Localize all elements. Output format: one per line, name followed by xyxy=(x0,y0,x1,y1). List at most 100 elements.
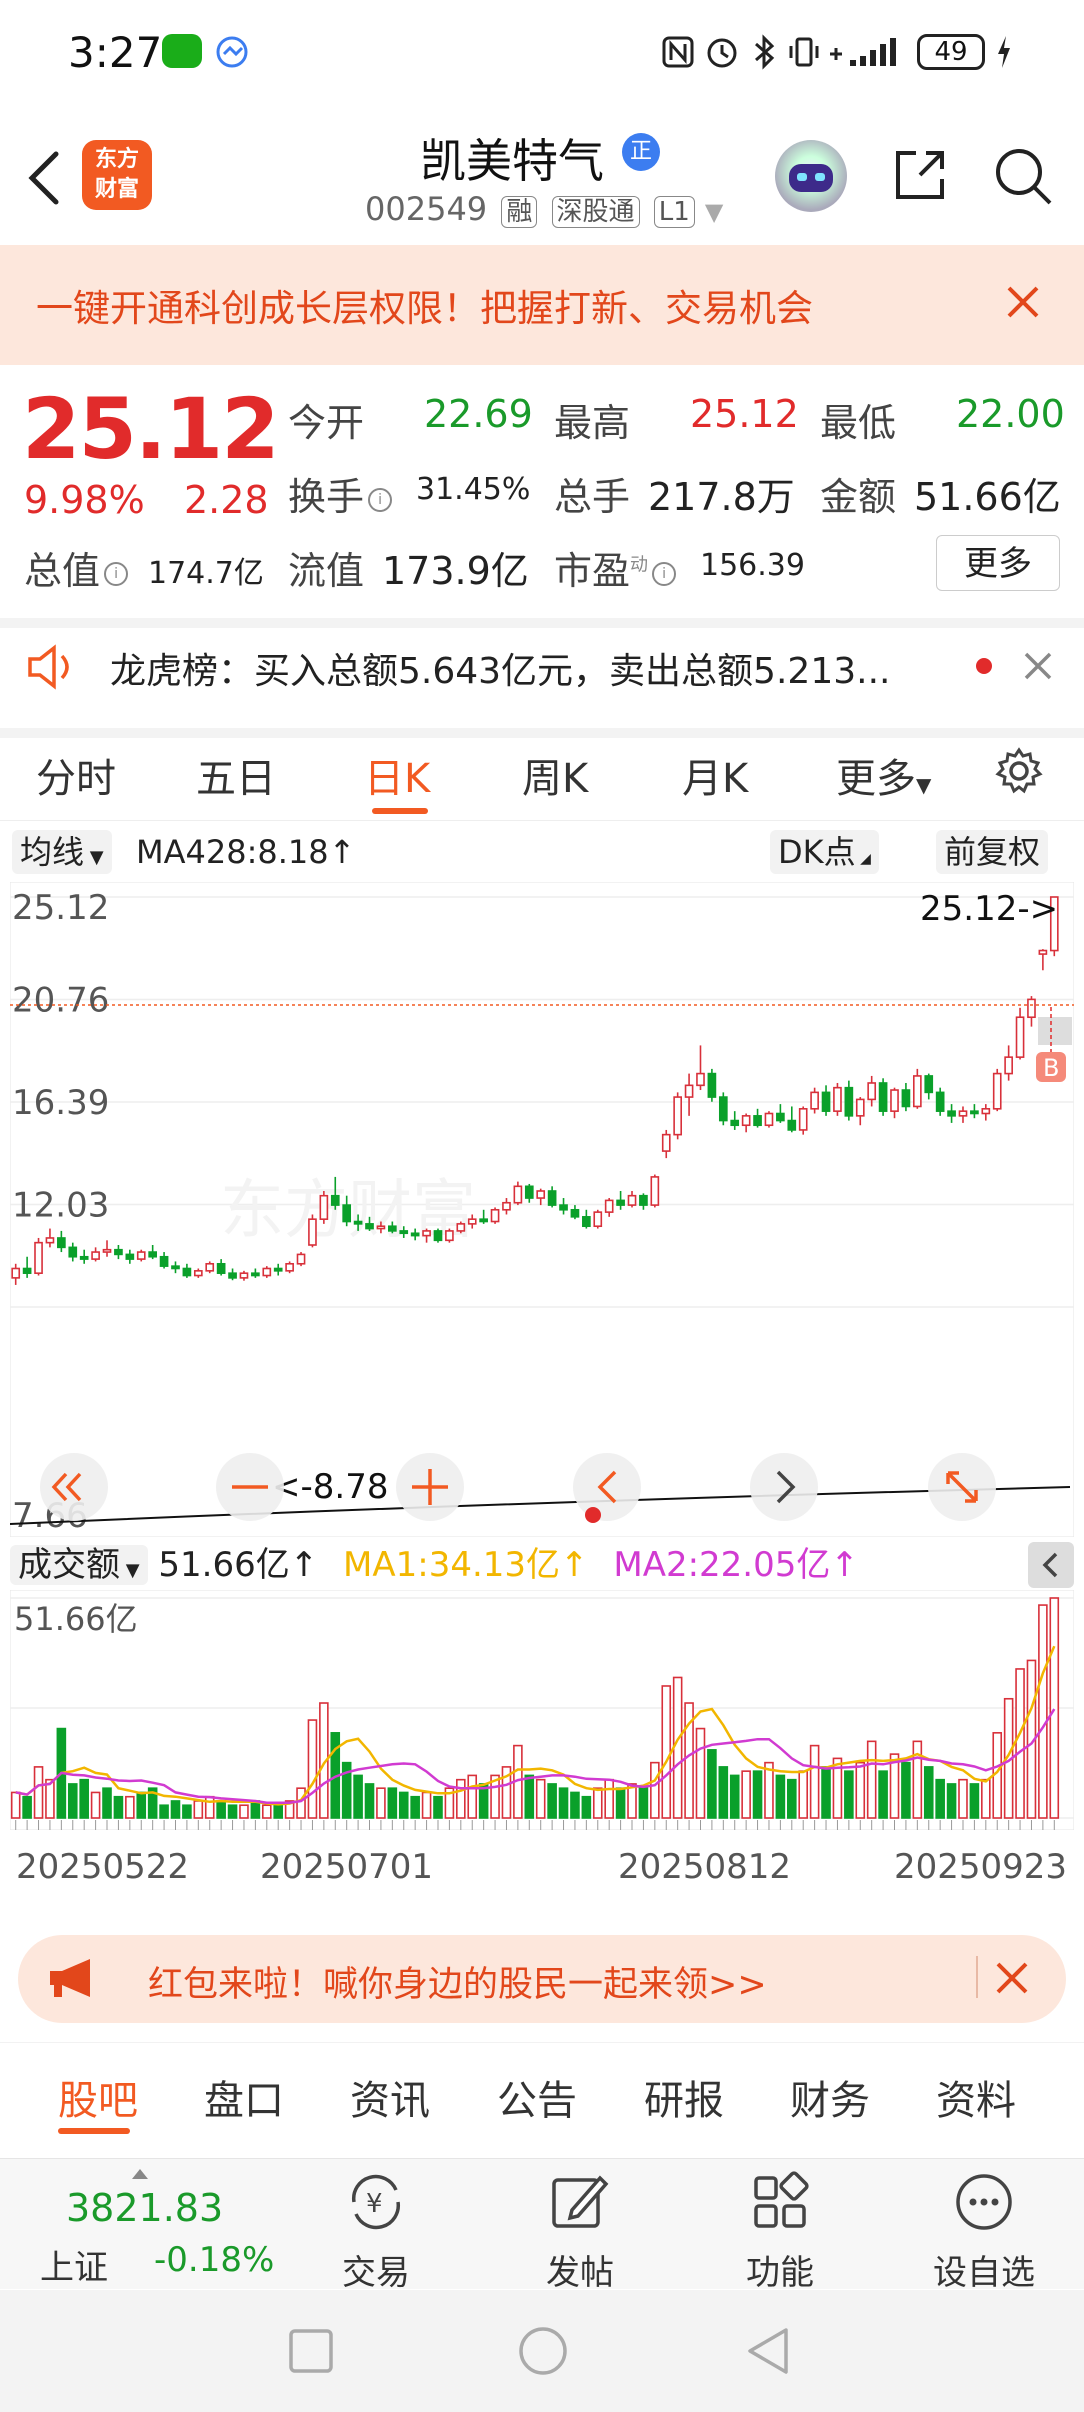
mktcap-value: 174.7亿 xyxy=(148,556,264,591)
volume-bar xyxy=(421,1791,432,1819)
candlestick-chart[interactable]: 东方财富 25.1220.7616.3912.037.66 25.12-> <-… xyxy=(10,882,1074,1537)
prev-button[interactable] xyxy=(573,1453,641,1521)
ma-select[interactable]: 均线 ▼ xyxy=(12,830,112,874)
volume-bar xyxy=(433,1795,443,1819)
candle-body xyxy=(182,1267,192,1277)
candle-body xyxy=(387,1225,397,1232)
info-icon[interactable]: i xyxy=(652,561,677,586)
tab-news[interactable]: 资讯 xyxy=(350,2068,430,2126)
candle-body xyxy=(228,1272,237,1279)
candle-body xyxy=(467,1218,477,1225)
candle-body xyxy=(239,1272,249,1279)
volume-bar xyxy=(182,1804,192,1819)
trade-label[interactable]: 交易 xyxy=(326,2245,426,2294)
rewind-button[interactable] xyxy=(40,1453,108,1521)
volume-bar xyxy=(33,1766,44,1819)
volume-bar xyxy=(79,1778,89,1819)
adjust-select[interactable]: 前复权 xyxy=(936,830,1049,874)
candle-body xyxy=(855,1098,865,1117)
tab-announcements[interactable]: 公告 xyxy=(497,2068,577,2126)
post-label[interactable]: 发帖 xyxy=(530,2245,630,2294)
volume-bar xyxy=(661,1685,672,1819)
search-icon[interactable] xyxy=(992,145,1054,207)
dk-point-button[interactable]: DK点 ◢ xyxy=(770,830,879,874)
volume-bar xyxy=(456,1778,466,1819)
alarm-icon xyxy=(704,34,740,70)
back-triangle-icon[interactable] xyxy=(744,2326,790,2376)
tab-intraday[interactable]: 分时 xyxy=(36,746,116,804)
open-value: 22.69 xyxy=(424,392,533,436)
volume-bar xyxy=(752,1770,763,1819)
tab-weekly-k[interactable]: 周K xyxy=(522,746,588,804)
candle-body xyxy=(741,1115,751,1127)
candle-body xyxy=(159,1255,169,1267)
watchlist-label[interactable]: 设自选 xyxy=(922,2245,1046,2294)
volume-bar xyxy=(855,1761,866,1819)
unread-dot xyxy=(976,658,992,674)
recents-square-icon[interactable] xyxy=(288,2328,334,2374)
volume-bar xyxy=(535,1778,546,1819)
volume-bar xyxy=(798,1770,809,1819)
info-icon[interactable]: i xyxy=(104,561,129,586)
share-icon[interactable] xyxy=(890,145,950,205)
tab-more[interactable]: 更多▼ xyxy=(836,746,931,804)
tab-five-day[interactable]: 五日 xyxy=(196,746,276,804)
close-icon[interactable] xyxy=(1022,650,1054,682)
home-circle-icon[interactable] xyxy=(518,2326,568,2376)
tab-daily-k[interactable]: 日K xyxy=(364,746,430,804)
app-notification-icon xyxy=(214,34,250,70)
volume-bar xyxy=(775,1774,786,1819)
volume-bar xyxy=(261,1804,272,1819)
candle-body xyxy=(205,1262,215,1272)
collapse-panel-button[interactable] xyxy=(1028,1542,1074,1588)
candle-body xyxy=(251,1272,260,1277)
candle-body xyxy=(547,1190,557,1206)
trade-icon[interactable]: ¥ xyxy=(344,2170,408,2234)
tab-research[interactable]: 研报 xyxy=(644,2068,724,2126)
tab-guba[interactable]: 股吧 xyxy=(58,2068,138,2126)
date-tick: 20250701 xyxy=(260,1847,433,1887)
candle-body xyxy=(296,1253,306,1265)
candle-body xyxy=(604,1199,614,1213)
tab-profile[interactable]: 资料 xyxy=(936,2068,1016,2126)
date-tick: 20250812 xyxy=(618,1847,791,1887)
candle-body xyxy=(730,1119,740,1127)
candle-body xyxy=(399,1230,409,1235)
index-value[interactable]: 3821.83 xyxy=(66,2186,223,2230)
settings-gear-icon[interactable] xyxy=(994,746,1044,796)
assistant-robot-icon[interactable] xyxy=(775,140,847,212)
amount-label: 金额 xyxy=(820,475,897,519)
tab-finance[interactable]: 财务 xyxy=(790,2068,870,2126)
candle-body xyxy=(1004,1056,1013,1075)
functions-grid-icon[interactable] xyxy=(748,2170,812,2234)
watchlist-icon[interactable] xyxy=(952,2170,1016,2234)
volume-chart[interactable]: 51.66亿 xyxy=(10,1590,1074,1830)
change-percent: 9.98% xyxy=(24,478,145,522)
post-icon[interactable] xyxy=(548,2170,612,2234)
stock-code-line[interactable]: 002549 融 深股通 L1 ▼ xyxy=(365,190,723,228)
candle-body xyxy=(947,1110,956,1117)
volume-indicator-select[interactable]: 成交额 ▼ xyxy=(10,1545,148,1585)
tab-pankou[interactable]: 盘口 xyxy=(204,2068,284,2126)
volume-bar xyxy=(467,1774,478,1819)
volume-bar xyxy=(923,1766,934,1819)
candle-body xyxy=(1027,998,1036,1019)
candle-body xyxy=(901,1089,911,1108)
functions-label[interactable]: 功能 xyxy=(730,2245,830,2294)
volume-bar xyxy=(239,1804,249,1819)
next-button[interactable] xyxy=(750,1453,818,1521)
close-icon[interactable] xyxy=(994,1960,1030,1996)
candle-body xyxy=(559,1204,568,1211)
back-arrow-icon[interactable] xyxy=(24,148,64,208)
eastmoney-logo[interactable]: 东方 财富 xyxy=(82,140,152,210)
candle-body xyxy=(627,1194,637,1206)
close-icon[interactable] xyxy=(1003,282,1043,322)
active-tab-indicator xyxy=(372,808,428,814)
info-icon[interactable]: i xyxy=(368,487,393,512)
more-quote-button[interactable]: 更多 xyxy=(936,535,1060,591)
candle-body xyxy=(787,1119,797,1131)
candle-body xyxy=(68,1246,78,1258)
candle-body xyxy=(513,1185,523,1204)
ma-value: MA428:8.18↑ xyxy=(136,833,356,871)
tab-monthly-k[interactable]: 月K xyxy=(682,746,748,804)
